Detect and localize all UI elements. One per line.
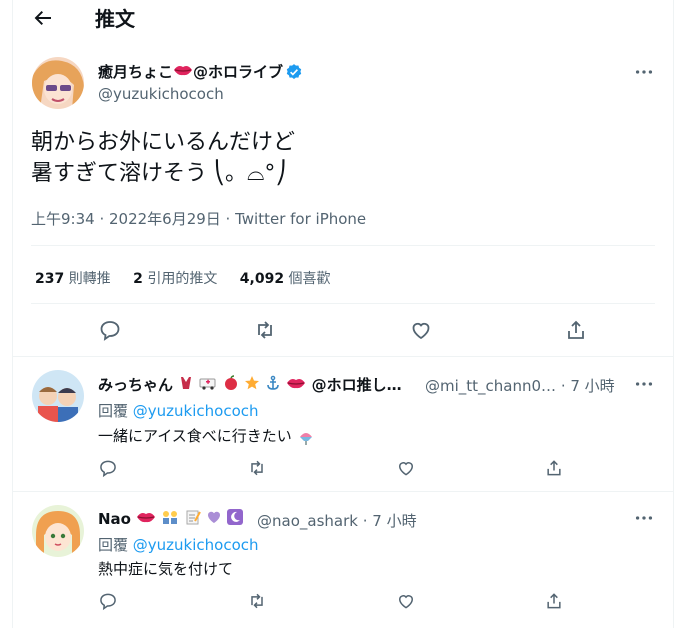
- share-icon[interactable]: [544, 591, 564, 611]
- reply-text: 一緒にアイス食べに行きたい: [98, 425, 315, 446]
- shaved-ice-emoji-icon: [299, 432, 312, 445]
- page-title: 推文: [95, 7, 135, 31]
- tweet-timestamp[interactable]: 上午9:34 · 2022年6月29日 · Twitter for iPhone: [31, 208, 366, 229]
- moon-emoji-icon: [227, 509, 244, 529]
- ambulance-emoji-icon: [199, 375, 217, 395]
- like-icon[interactable]: [396, 591, 416, 611]
- divider: [13, 356, 673, 357]
- mention-link[interactable]: @yuzukichococh: [133, 536, 259, 554]
- reply-handle-time: @mi_tt_chann0… · 7 小時: [425, 375, 615, 396]
- likes-stat[interactable]: 4,092 個喜歡: [240, 271, 331, 287]
- more-icon[interactable]: [633, 61, 655, 83]
- reply-time[interactable]: · 7 小時: [363, 512, 417, 530]
- avatar[interactable]: [32, 370, 84, 422]
- more-icon[interactable]: [633, 373, 655, 395]
- back-arrow-icon[interactable]: [31, 6, 55, 30]
- replying-label: 回覆: [98, 402, 129, 420]
- reply-author-name[interactable]: みっちゃん @ホロ推し…: [98, 374, 402, 395]
- retweet-icon[interactable]: [247, 591, 267, 611]
- tweet-stats: 237 則轉推 2 引用的推文 4,092 個喜歡: [35, 268, 349, 288]
- replying-label: 回覆: [98, 536, 129, 554]
- reply-handle[interactable]: @mi_tt_chann0…: [425, 377, 556, 395]
- anchor-emoji-icon: [265, 375, 281, 395]
- like-icon[interactable]: [396, 458, 416, 478]
- avatar[interactable]: [32, 505, 84, 557]
- share-icon[interactable]: [564, 318, 588, 342]
- star-emoji-icon: [244, 375, 260, 395]
- author-handle[interactable]: @yuzukichococh: [98, 85, 224, 103]
- divider: [31, 245, 655, 246]
- reply-icon[interactable]: [98, 591, 118, 611]
- reply-text: 熱中症に気を付けて: [98, 560, 234, 578]
- mention-link[interactable]: @yuzukichococh: [133, 402, 259, 420]
- author-name[interactable]: 癒月ちょこ @ホロライブ: [98, 61, 303, 82]
- memo-emoji-icon: [185, 509, 201, 529]
- tweet-text-line: 朝からお外にいるんだけど: [31, 130, 296, 155]
- tweet-text: 朝からお外にいるんだけど 暑すぎて溶けそう ⎝。⌓°⎠: [31, 127, 295, 189]
- reply-icon[interactable]: [98, 458, 118, 478]
- tweet-text-line: 暑すぎて溶けそう ⎝。⌓°⎠: [31, 161, 287, 186]
- quotes-stat[interactable]: 2 引用的推文: [133, 271, 217, 287]
- reply-text-content: 一緒にアイス食べに行きたい: [98, 427, 292, 445]
- reply-icon[interactable]: [98, 318, 122, 342]
- top-bar: 推文: [13, 0, 673, 36]
- reply-handle[interactable]: @nao_ashark: [257, 512, 358, 530]
- lips-emoji-icon: [136, 510, 156, 528]
- reply-time[interactable]: · 7 小時: [561, 377, 615, 395]
- replying-to: 回覆 @yuzukichococh: [98, 534, 259, 555]
- divider: [13, 491, 673, 492]
- reply-author-name[interactable]: Nao: [98, 509, 244, 529]
- replying-to: 回覆 @yuzukichococh: [98, 400, 259, 421]
- kimono-emoji-icon: [178, 375, 194, 395]
- more-icon[interactable]: [633, 507, 655, 529]
- lips-emoji-icon: [286, 376, 306, 394]
- lips-emoji-icon: [173, 63, 193, 81]
- avatar[interactable]: [32, 57, 84, 109]
- verified-icon: [286, 63, 302, 79]
- purple-heart-icon: [206, 509, 222, 529]
- share-icon[interactable]: [544, 458, 564, 478]
- like-icon[interactable]: [409, 318, 433, 342]
- tweet-page: 推文 癒月ちょこ @ホロライブ @yuzukichococh 朝からお外にいるん…: [12, 0, 674, 628]
- people-emoji-icon: [161, 509, 179, 529]
- reply-handle-time: @nao_ashark · 7 小時: [257, 510, 417, 531]
- divider: [31, 303, 655, 304]
- apple-emoji-icon: [223, 374, 239, 395]
- retweet-icon[interactable]: [253, 318, 277, 342]
- retweet-icon[interactable]: [247, 458, 267, 478]
- retweets-stat[interactable]: 237 則轉推: [35, 271, 111, 287]
